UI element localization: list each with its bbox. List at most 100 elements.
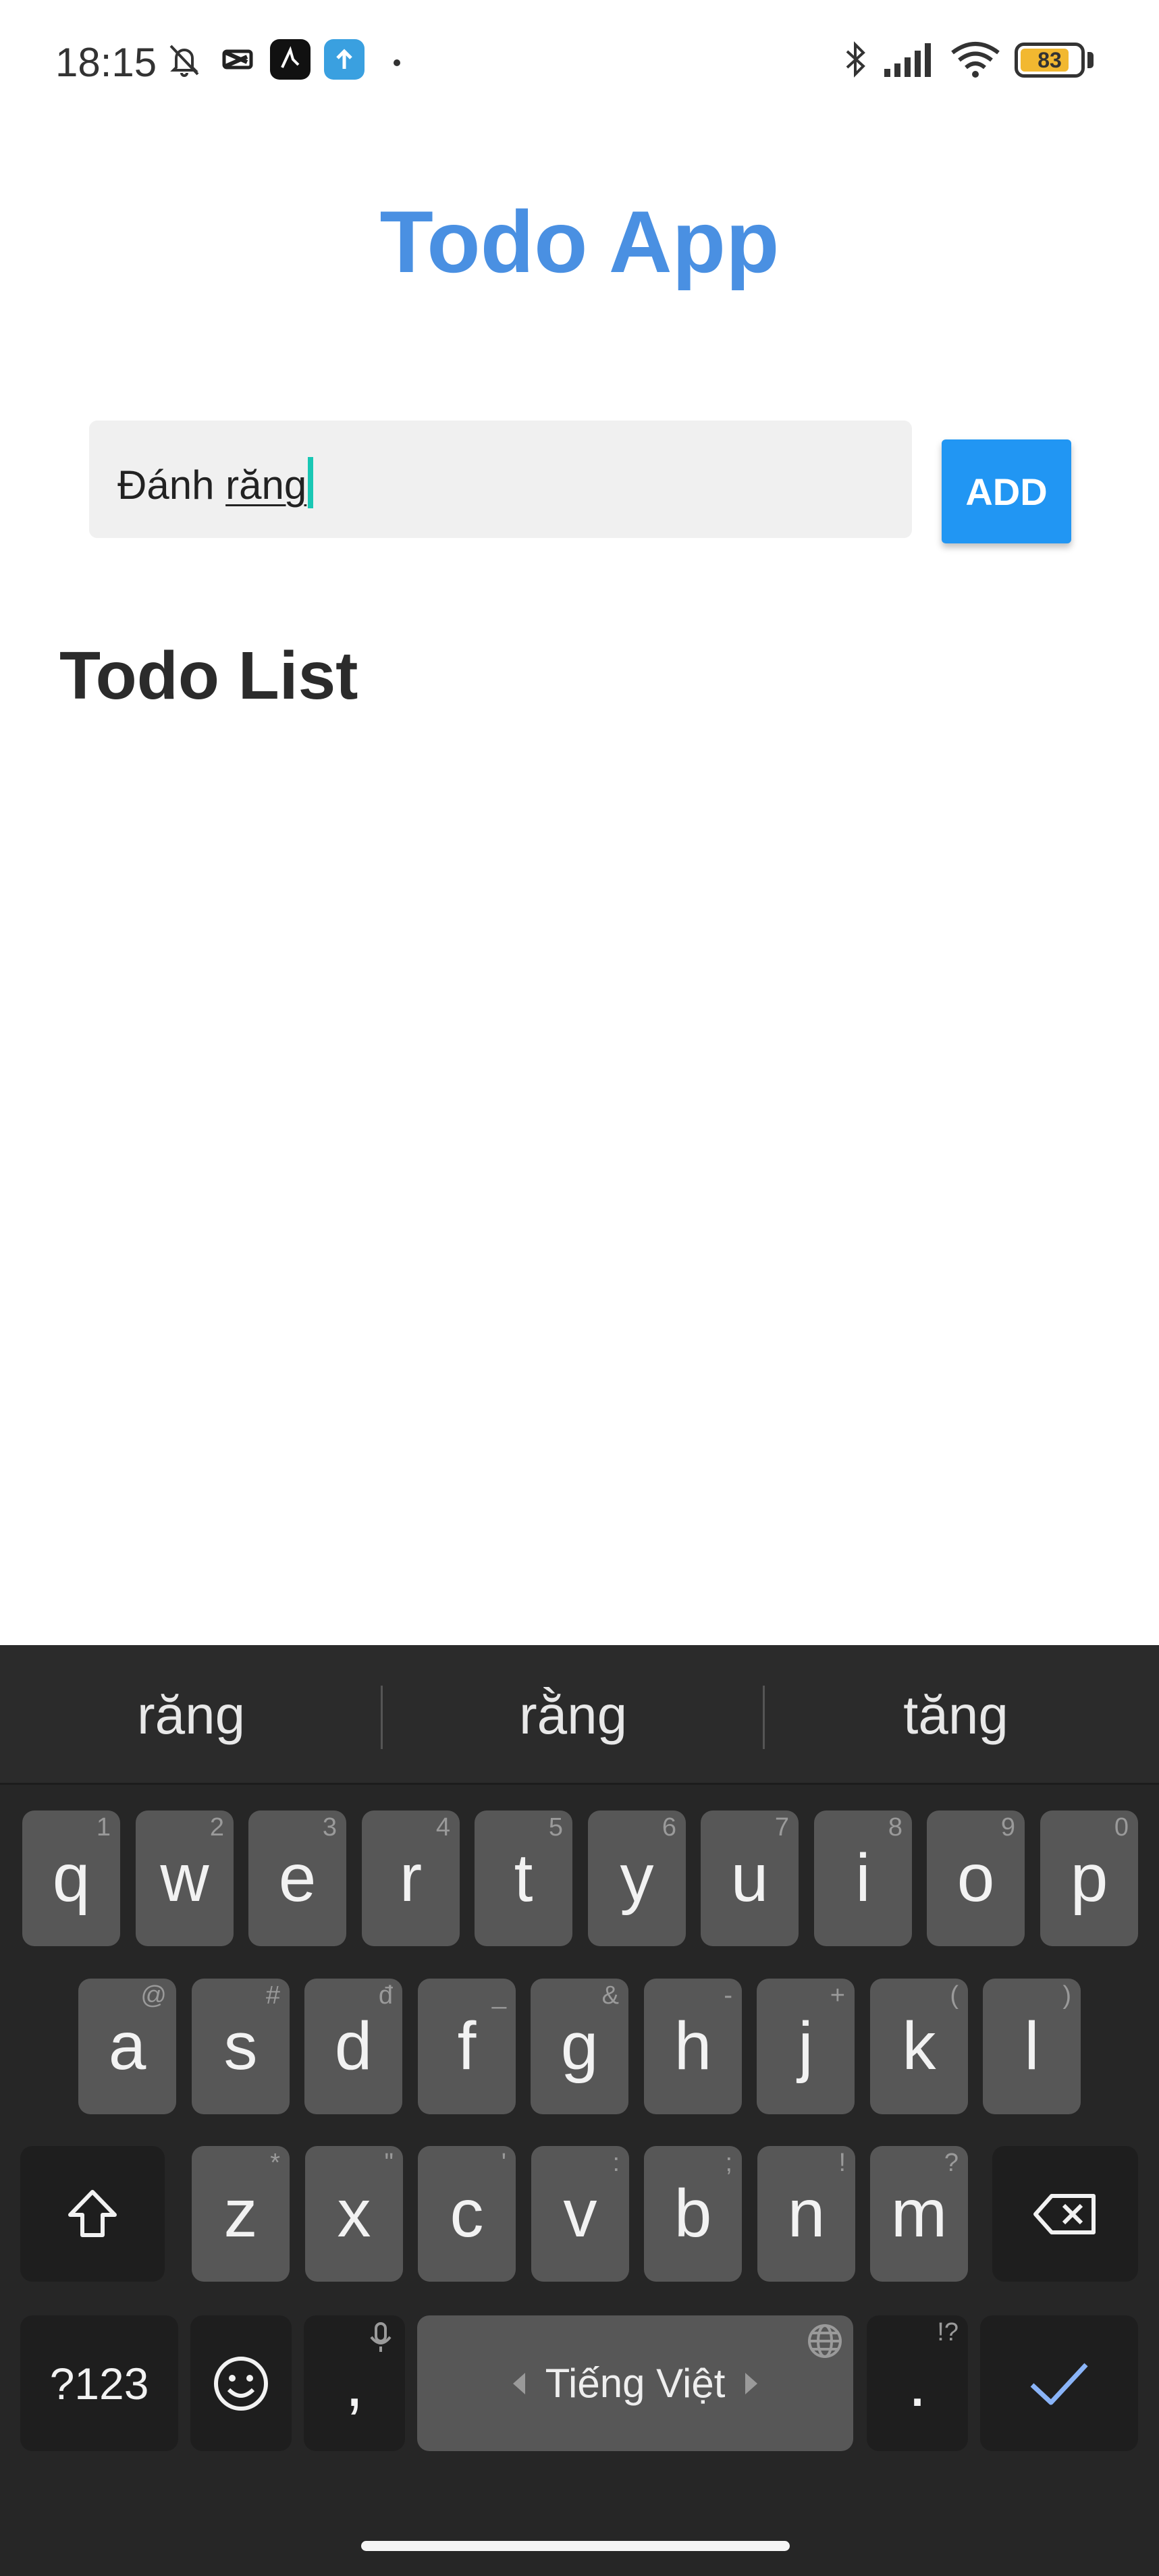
key-hint: 0 xyxy=(1114,1813,1129,1842)
key-hint: 9 xyxy=(1000,1813,1015,1842)
key-label: k xyxy=(902,2008,936,2084)
key-g[interactable]: g & xyxy=(531,1979,628,2114)
battery-level: 83 xyxy=(1037,48,1062,72)
key-q[interactable]: q1 xyxy=(22,1810,120,1946)
key-e[interactable]: e3 xyxy=(248,1810,346,1946)
key-hint: ? xyxy=(944,2149,959,2177)
key-f[interactable]: f _ xyxy=(418,1979,516,2114)
key-label: b xyxy=(674,2176,712,2251)
key-label: r xyxy=(399,1840,423,1916)
key-hint: ' xyxy=(501,2149,506,2177)
key-hint: + xyxy=(830,1981,845,2010)
key-label: d xyxy=(334,2008,373,2084)
key-r[interactable]: r4 xyxy=(362,1810,460,1946)
key-t[interactable]: t5 xyxy=(475,1810,572,1946)
enter-key[interactable] xyxy=(980,2315,1138,2451)
key-hint: ) xyxy=(1062,1981,1071,2010)
key-label: f xyxy=(457,2008,477,2084)
status-bar: 18:15 83 xyxy=(0,0,1159,122)
key-s[interactable]: s # xyxy=(192,1979,290,2114)
key-label: t xyxy=(514,1840,533,1916)
key-n[interactable]: n! xyxy=(757,2146,855,2282)
key-hint: 5 xyxy=(548,1813,563,1842)
suggestion-1[interactable]: răng xyxy=(0,1645,382,1785)
key-c[interactable]: c ' xyxy=(418,2146,516,2282)
key-hint: 4 xyxy=(435,1813,450,1842)
battery-cap xyxy=(1087,52,1094,68)
suggestion-2[interactable]: rằng xyxy=(382,1645,764,1785)
suggestion-strip: răng rằng tăng xyxy=(0,1645,1159,1785)
key-label: w xyxy=(160,1840,209,1916)
comma-label: , xyxy=(345,2345,364,2421)
todo-list-title: Todo List xyxy=(59,638,358,714)
mute-bell-icon xyxy=(169,45,199,77)
key-label: n xyxy=(787,2176,826,2251)
backspace-key[interactable] xyxy=(992,2146,1138,2282)
key-hint: # xyxy=(265,1981,280,2010)
emoji-icon xyxy=(214,2356,268,2411)
status-time: 18:15 xyxy=(55,40,157,85)
signal-icon xyxy=(884,43,931,77)
key-m[interactable]: m? xyxy=(870,2146,968,2282)
emoji-key[interactable] xyxy=(190,2315,292,2451)
key-p[interactable]: p0 xyxy=(1040,1810,1138,1946)
suggestion-3[interactable]: tăng xyxy=(765,1645,1147,1785)
key-d[interactable]: dđ xyxy=(304,1979,402,2114)
shift-icon xyxy=(68,2189,117,2237)
shift-key[interactable] xyxy=(20,2146,165,2282)
globe-icon xyxy=(808,2324,842,2358)
key-y[interactable]: y6 xyxy=(588,1810,686,1946)
arrow-right-icon xyxy=(745,2372,758,2394)
key-w[interactable]: w2 xyxy=(136,1810,234,1946)
bluetooth-icon xyxy=(846,41,865,78)
key-v[interactable]: v: xyxy=(531,2146,629,2282)
key-hint: 7 xyxy=(774,1813,789,1842)
key-hint: ( xyxy=(950,1981,959,2010)
space-label: Tiếng Việt xyxy=(545,2361,726,2406)
key-label: c xyxy=(450,2176,484,2251)
key-hint: 1 xyxy=(96,1813,111,1842)
todo-input[interactable]: Đánh răng xyxy=(89,421,912,538)
key-label: a xyxy=(108,2008,146,2084)
app-icon xyxy=(270,39,311,80)
home-indicator[interactable] xyxy=(361,2541,790,2551)
key-hint: : xyxy=(612,2149,620,2177)
key-a[interactable]: a @ xyxy=(78,1979,176,2114)
key-label: v xyxy=(563,2176,597,2251)
comma-key[interactable]: , xyxy=(304,2315,405,2451)
key-x[interactable]: x " xyxy=(305,2146,403,2282)
composing-text: răng xyxy=(225,462,307,508)
period-hint: !? xyxy=(937,2318,959,2346)
key-hint: " xyxy=(384,2149,394,2177)
space-key[interactable]: Tiếng Việt xyxy=(417,2315,853,2451)
period-label: . xyxy=(908,2345,927,2421)
key-hint: ! xyxy=(838,2149,846,2177)
period-key[interactable]: . !? xyxy=(867,2315,968,2451)
key-i[interactable]: i8 xyxy=(814,1810,912,1946)
key-h[interactable]: h- xyxy=(644,1979,742,2114)
key-j[interactable]: j + xyxy=(757,1979,855,2114)
symbols-key[interactable]: ?123 xyxy=(20,2315,178,2451)
key-k[interactable]: k( xyxy=(870,1979,968,2114)
key-b[interactable]: b; xyxy=(644,2146,742,2282)
key-label: u xyxy=(730,1840,769,1916)
key-l[interactable]: l) xyxy=(983,1979,1081,2114)
key-label: m xyxy=(890,2176,948,2251)
arrow-left-icon xyxy=(512,2372,525,2394)
key-hint: đ xyxy=(378,1981,393,2010)
keyboard: răng rằng tăng q1w2e3r4t5y6u7i8o9p0 a @ s #… xyxy=(0,1645,1159,2576)
key-label: e xyxy=(278,1840,317,1916)
app-title: Todo App xyxy=(379,192,780,291)
microphone-icon xyxy=(370,2322,392,2352)
todo-input-text: Đánh răng xyxy=(117,457,314,508)
battery-icon: 83 xyxy=(1015,43,1085,78)
notification-dot-icon xyxy=(394,59,400,66)
committed-text: Đánh xyxy=(117,462,226,508)
key-hint: - xyxy=(724,1981,732,2010)
backspace-icon xyxy=(1033,2193,1096,2234)
key-label: z xyxy=(223,2176,258,2251)
add-button[interactable]: ADD xyxy=(942,439,1071,543)
key-o[interactable]: o9 xyxy=(927,1810,1025,1946)
key-z[interactable]: z * xyxy=(192,2146,290,2282)
key-u[interactable]: u7 xyxy=(701,1810,799,1946)
